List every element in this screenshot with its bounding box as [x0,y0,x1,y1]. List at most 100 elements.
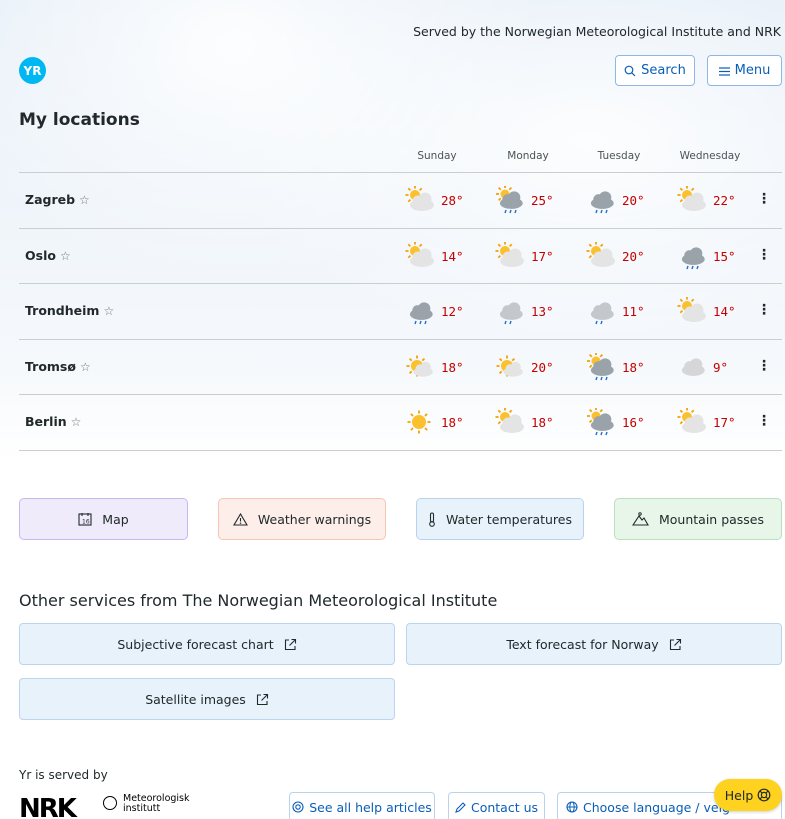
lifebuoy-icon [292,801,304,813]
met-circle-icon [103,796,117,810]
search-icon [624,65,636,76]
forecast-cell: 25° [495,186,575,214]
more-options-icon[interactable]: ⋮ [757,302,771,322]
contact-button[interactable]: Contact us [448,792,545,819]
forecast-cell: 20° [495,353,575,381]
forecast-cell: 14° [405,241,485,270]
temperature: 20° [531,359,554,375]
location-row[interactable]: Oslo ☆ 14° 17° 20° 15° ⋮ [19,229,782,285]
star-icon[interactable]: ☆ [60,249,71,263]
location-name[interactable]: Oslo ☆ [25,248,71,263]
external-link-icon [256,693,268,705]
water-temperatures-label: Water temperatures [445,511,572,527]
fair-day-icon [496,355,523,377]
temperature: 14° [713,304,736,320]
forecast-cell: 18° [405,408,485,436]
partly-cloudy-day-icon [405,241,434,267]
location-name[interactable]: Trondheim ☆ [25,303,114,318]
forecast-cell: 20° [586,241,666,270]
lifebuoy-icon [757,788,771,802]
subjective-forecast-link[interactable]: Subjective forecast chart [19,623,395,665]
partly-cloudy-day-icon [677,297,706,323]
partly-cloudy-day-icon [495,408,524,434]
light-rain-cloud-icon [590,302,614,325]
more-options-icon[interactable]: ⋮ [757,247,771,267]
yr-logo[interactable]: YR [19,57,46,84]
day-header: Tuesday [597,150,641,162]
star-icon[interactable]: ☆ [103,304,114,318]
external-link-icon [669,638,681,650]
forecast-cell: 17° [495,241,575,270]
location-row[interactable]: Berlin ☆ 18° 18° 16° 17° ⋮ [19,395,782,451]
location-row[interactable]: Trondheim ☆ 12° 13° 11° 14° ⋮ [19,284,782,340]
forecast-cell: 18° [586,352,666,381]
forecast-cell: 16° [586,408,666,436]
map-label: Map [102,511,129,527]
nrk-logo[interactable]: NRK [19,794,77,819]
mountain-passes-tile[interactable]: Mountain passes [614,498,782,540]
rain-cloud-sun-icon [587,408,614,436]
search-button[interactable]: Search [615,55,695,86]
temperature: 28° [441,193,464,208]
partly-cloudy-day-icon [677,408,706,434]
forecast-cell: 11° [586,297,666,325]
satellite-images-link[interactable]: Satellite images [19,678,395,720]
text-forecast-label: Text forecast for Norway [506,636,659,652]
help-articles-label: See all help articles [309,799,432,815]
location-row[interactable]: Zagreb ☆ 28° 25° 20° 22° ⋮ [19,173,782,229]
forecast-cell: 14° [677,297,757,325]
language-label: Choose language / velg [583,799,730,815]
partly-cloudy-day-icon [405,186,434,211]
search-label: Search [641,63,686,78]
star-icon[interactable]: ☆ [80,360,91,374]
temperature: 17° [531,248,554,264]
more-options-icon[interactable]: ⋮ [757,413,771,433]
temperature: 20° [622,248,645,264]
served-by-text: Served by the Norwegian Meteorological I… [413,24,781,39]
help-label: Help [724,787,754,803]
mountain-passes-label: Mountain passes [658,511,765,527]
location-name[interactable]: Berlin ☆ [25,414,81,429]
star-icon[interactable]: ☆ [79,193,90,207]
other-services-title: Other services from The Norwegian Meteor… [19,591,498,610]
temperature: 16° [622,415,645,431]
text-forecast-link[interactable]: Text forecast for Norway [406,623,782,665]
weather-warnings-label: Weather warnings [257,511,372,527]
day-header: Wednesday [679,150,741,162]
temperature: 18° [441,359,464,375]
svg-text:16: 16 [82,519,90,526]
temperature: 15° [713,248,736,264]
location-row[interactable]: Tromsø ☆ 18° 20° 18° 9° ⋮ [19,340,782,396]
location-name-text: Berlin [25,414,67,430]
weather-warnings-tile[interactable]: Weather warnings [218,498,386,540]
day-header: Sunday [417,150,457,162]
map-tile[interactable]: 16 Map [19,498,188,540]
rain-cloud-sun-icon [496,186,523,214]
more-options-icon[interactable]: ⋮ [757,358,771,378]
satellite-images-label: Satellite images [145,691,246,707]
locations-table: Zagreb ☆ 28° 25° 20° 22° ⋮ Oslo ☆ 14° 17° 2 [19,172,782,451]
partly-cloudy-day-icon [495,241,524,267]
temperature: 18° [622,359,645,375]
met-institute-logo[interactable]: Meteorologisk institutt [103,794,190,814]
menu-button[interactable]: Menu [707,55,782,86]
temperature: 9° [713,359,729,375]
rain-cloud-icon [681,246,705,269]
water-temperatures-tile[interactable]: Water temperatures [416,498,584,540]
location-name-text: Trondheim [25,303,100,319]
partly-cloudy-day-icon [677,186,706,211]
help-button[interactable]: Help [714,779,782,811]
location-name[interactable]: Zagreb ☆ [25,192,90,207]
location-name[interactable]: Tromsø ☆ [25,359,91,374]
forecast-cell: 18° [405,353,485,381]
partly-cloudy-day-icon [586,241,615,267]
rain-cloud-sun-icon [587,352,614,381]
rain-cloud-icon [590,191,614,214]
page-title: My locations [19,110,140,130]
external-link-icon [284,638,296,650]
more-options-icon[interactable]: ⋮ [757,191,771,211]
forecast-cell: 12° [405,297,485,325]
star-icon[interactable]: ☆ [71,415,82,429]
help-articles-button[interactable]: See all help articles [289,792,435,819]
forecast-cell: 20° [586,186,666,214]
